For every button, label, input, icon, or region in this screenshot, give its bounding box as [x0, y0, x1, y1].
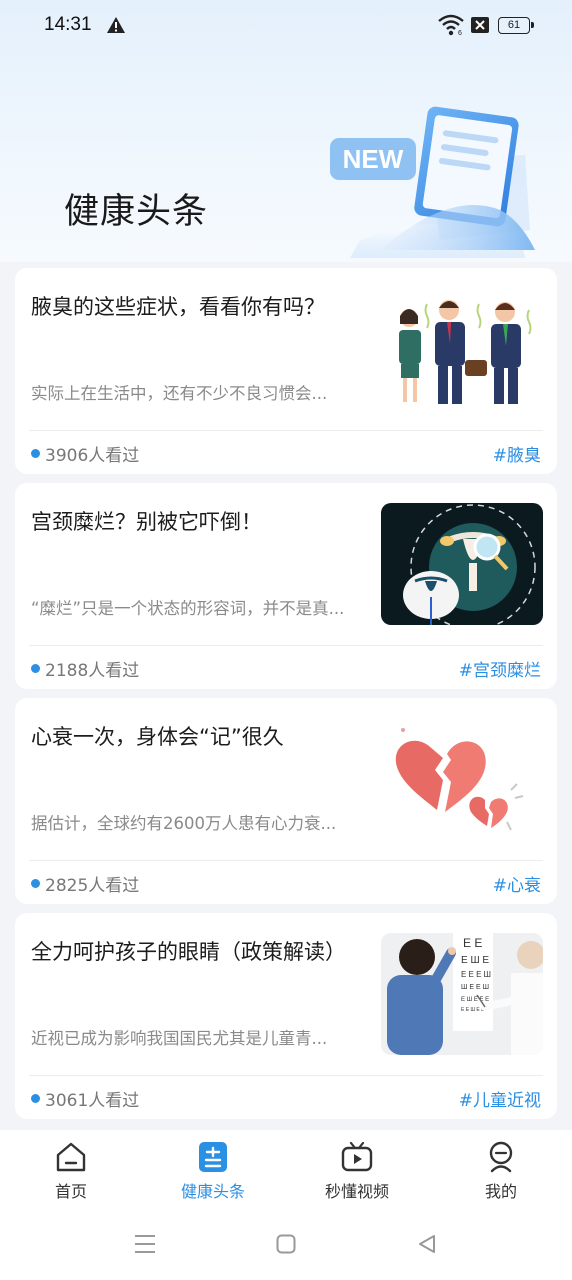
- office-people-illustration: [381, 288, 543, 410]
- article-summary: “糜烂”只是一个状态的形容词，并不是真...: [31, 599, 345, 618]
- svg-text:6: 6: [458, 30, 462, 36]
- article-title: 腋臭的这些症状，看看你有吗？: [31, 295, 325, 319]
- nav-home-label: 首页: [54, 1182, 87, 1201]
- card-divider: [29, 860, 543, 861]
- article-card[interactable]: 心衰一次，身体会“记”很久 据估计，全球约有2600万人患有心力衰... 282…: [15, 698, 557, 904]
- view-count: 3906人看过: [45, 446, 140, 466]
- nav-headlines[interactable]: 健康头条: [158, 1140, 268, 1202]
- view-count: 2188人看过: [45, 661, 140, 681]
- page-title: 健康头条: [64, 192, 209, 232]
- home-icon: [56, 1142, 86, 1172]
- tv-icon: [341, 1141, 373, 1172]
- article-tag[interactable]: #心衰: [493, 871, 541, 896]
- warning-icon: [107, 17, 125, 33]
- svg-text:E Ш E E E: E Ш E E E: [461, 997, 489, 1003]
- view-count: 3061人看过: [45, 1091, 140, 1111]
- bottom-nav: 首页 健康头条 秒懂视频 我的: [0, 1130, 572, 1210]
- card-divider: [29, 645, 543, 646]
- article-tag[interactable]: #宫颈糜烂: [459, 656, 541, 681]
- headlines-icon: [199, 1142, 227, 1172]
- card-divider: [29, 430, 543, 431]
- nav-videos-label: 秒懂视频: [324, 1182, 389, 1201]
- status-bar: 14:31 6 61: [0, 0, 572, 52]
- nav-videos[interactable]: 秒懂视频: [302, 1140, 412, 1202]
- wifi-icon: 6: [438, 14, 464, 36]
- nav-profile-label: 我的: [484, 1182, 517, 1201]
- article-summary: 实际上在生活中，还有不少不良习惯会...: [31, 384, 328, 403]
- article-tag[interactable]: #儿童近视: [459, 1086, 541, 1111]
- article-card[interactable]: 全力呵护孩子的眼睛（政策解读） 近视已成为影响我国国民尤其是儿童青... E E…: [15, 913, 557, 1119]
- system-nav-bar: [0, 1210, 572, 1280]
- uterus-magnifier-illustration: [381, 503, 543, 625]
- svg-text:E Ш E: E Ш E: [461, 955, 489, 966]
- article-summary: 近视已成为影响我国国民尤其是儿童青...: [31, 1029, 328, 1048]
- views-dot-icon: [31, 1094, 40, 1103]
- card-divider: [29, 1075, 543, 1076]
- article-title: 全力呵护孩子的眼睛（政策解读）: [31, 940, 346, 964]
- nav-headlines-label: 健康头条: [180, 1182, 245, 1201]
- article-summary: 据估计，全球约有2600万人患有心力衰...: [31, 814, 337, 833]
- views-dot-icon: [31, 449, 40, 458]
- view-count: 2825人看过: [45, 876, 140, 896]
- views-dot-icon: [31, 879, 40, 888]
- broken-heart-illustration: [381, 718, 543, 840]
- new-badge: NEW: [343, 144, 404, 174]
- article-title: 宫颈糜烂？别被它吓倒！: [31, 510, 262, 534]
- back-icon[interactable]: [417, 1234, 437, 1254]
- home-button-icon[interactable]: [276, 1234, 296, 1254]
- menu-icon[interactable]: [134, 1234, 156, 1254]
- article-title: 心衰一次，身体会“记”很久: [31, 725, 284, 749]
- news-document-illustration: NEW: [330, 106, 535, 258]
- nav-profile[interactable]: 我的: [446, 1140, 556, 1202]
- article-tag[interactable]: #腋臭: [493, 441, 541, 466]
- views-dot-icon: [31, 664, 40, 673]
- profile-icon: [489, 1141, 513, 1173]
- svg-text:E E E Ш: E E E Ш: [461, 970, 491, 979]
- header: 14:31 6 61 健康头条 NEW: [0, 0, 572, 262]
- article-card[interactable]: 宫颈糜烂？别被它吓倒！ “糜烂”只是一个状态的形容词，并不是真... 2188人…: [15, 483, 557, 689]
- eye-chart-photo: E E E Ш E E E E Ш Ш E E Ш E Ш E E E E E …: [381, 933, 543, 1055]
- status-time: 14:31: [44, 14, 92, 35]
- nav-home[interactable]: 首页: [16, 1140, 126, 1202]
- battery-icon: 61: [498, 17, 534, 34]
- article-card[interactable]: 腋臭的这些症状，看看你有吗？ 实际上在生活中，还有不少不良习惯会... 3906…: [15, 268, 557, 474]
- svg-text:E E: E E: [463, 936, 482, 950]
- no-sim-icon: [471, 17, 489, 33]
- svg-text:Ш E E Ш: Ш E E Ш: [461, 984, 489, 991]
